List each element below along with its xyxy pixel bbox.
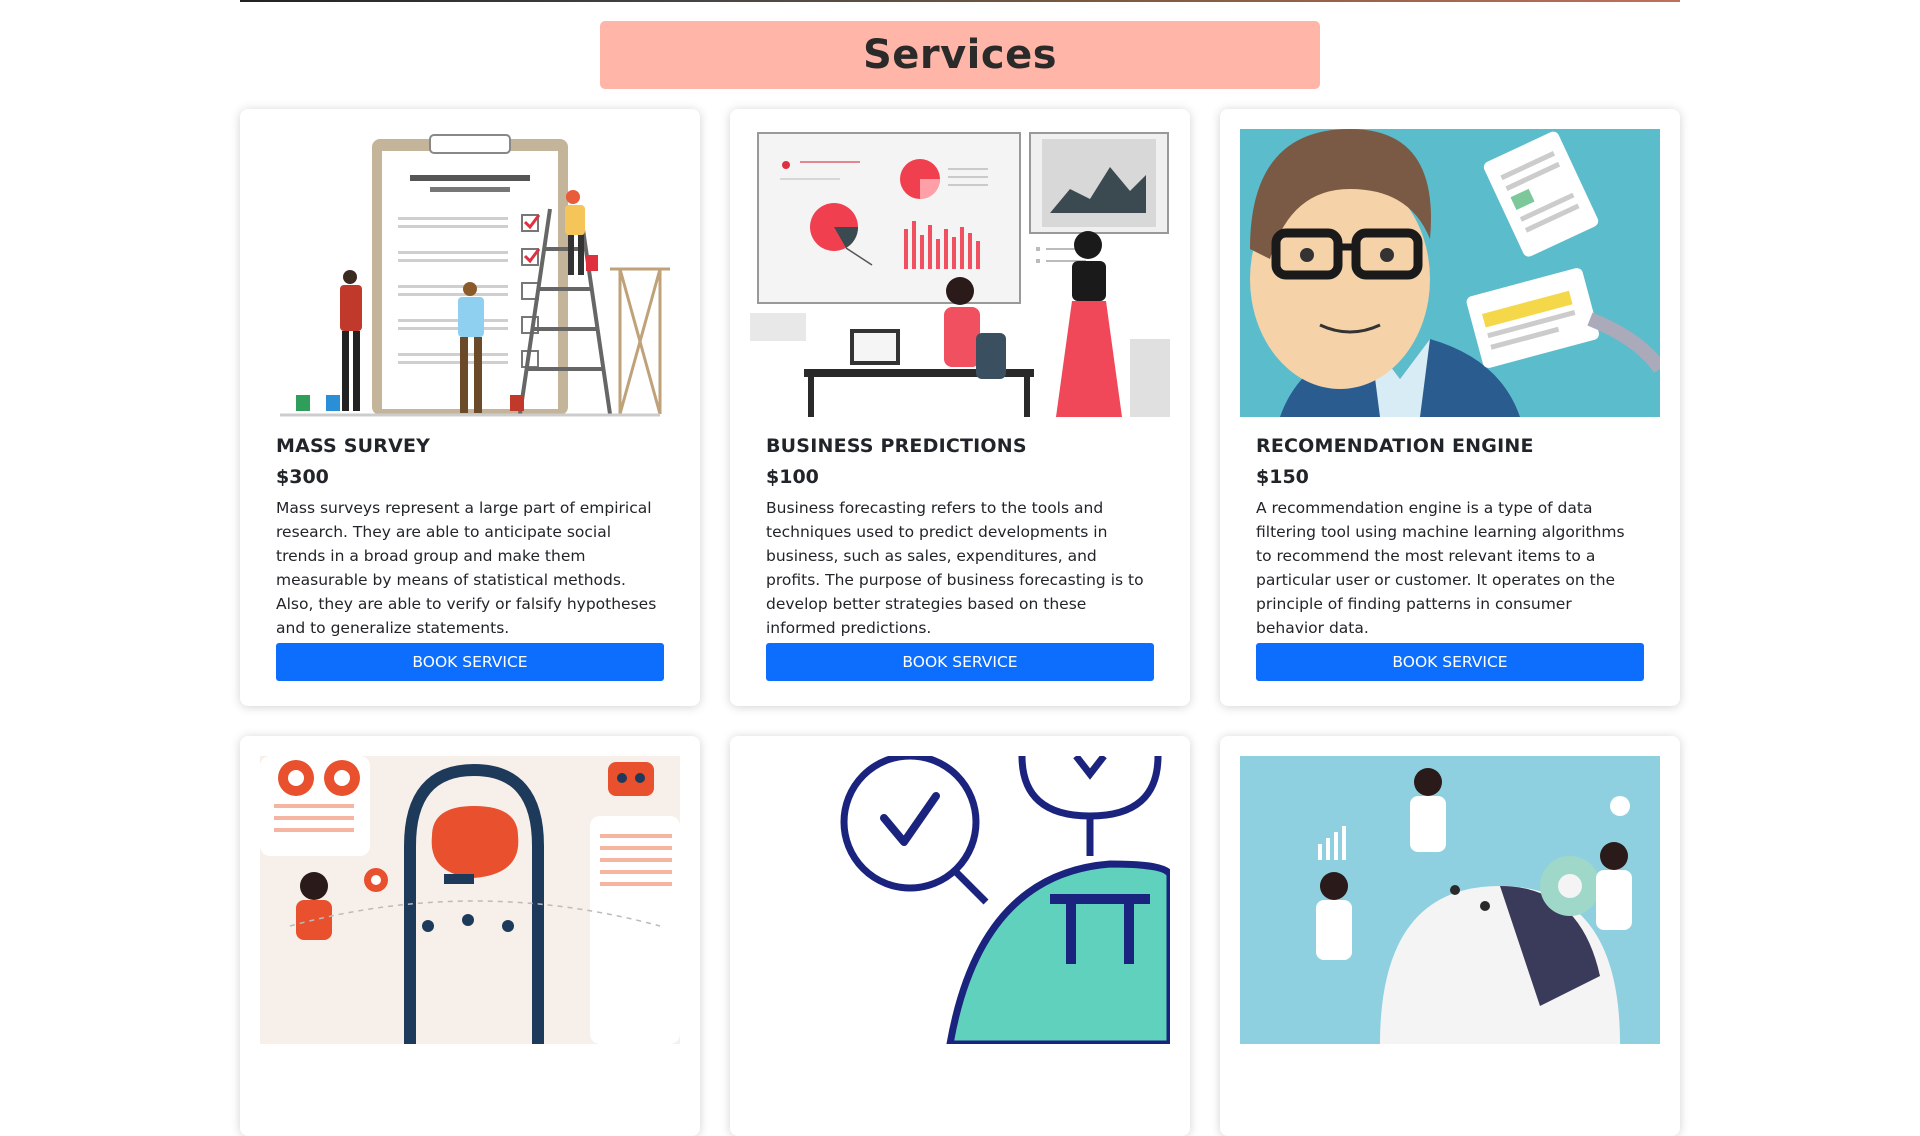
ml-team-image <box>1240 756 1660 1044</box>
service-description: A recommendation engine is a type of dat… <box>1256 499 1625 637</box>
service-price: $300 <box>276 466 329 488</box>
service-title: BUSINESS PREDICTIONS <box>766 435 1027 457</box>
section-title: Services <box>862 32 1058 78</box>
service-card-mass-survey: MASS SURVEY $300 Mass surveys represent … <box>240 109 700 706</box>
book-service-button[interactable]: BOOK SERVICE <box>276 643 664 681</box>
services-grid: MASS SURVEY $300 Mass surveys represent … <box>240 109 1680 1136</box>
service-title: MASS SURVEY <box>276 435 431 457</box>
service-description: Mass surveys represent a large part of e… <box>276 499 657 637</box>
services-banner: Services <box>600 21 1320 89</box>
service-price: $150 <box>1256 466 1309 488</box>
book-service-button[interactable]: BOOK SERVICE <box>766 643 1154 681</box>
decision-tree-image <box>750 756 1170 1044</box>
hero-image-bottom-edge <box>240 0 1680 2</box>
recommendation-person-image <box>1240 129 1660 417</box>
survey-clipboard-image <box>260 129 680 417</box>
service-description: Business forecasting refers to the tools… <box>766 499 1144 637</box>
service-card-business-predictions: BUSINESS PREDICTIONS $100 Business forec… <box>730 109 1190 706</box>
service-card-recomendation-engine: RECOMENDATION ENGINE $150 A recommendati… <box>1220 109 1680 706</box>
service-price: $100 <box>766 466 819 488</box>
service-card-decision <box>730 736 1190 1136</box>
book-service-button[interactable]: BOOK SERVICE <box>1256 643 1644 681</box>
business-charts-image <box>750 129 1170 417</box>
service-title: RECOMENDATION ENGINE <box>1256 435 1534 457</box>
service-card-ai <box>240 736 700 1136</box>
service-card-team <box>1220 736 1680 1136</box>
ai-brain-image <box>260 756 680 1044</box>
